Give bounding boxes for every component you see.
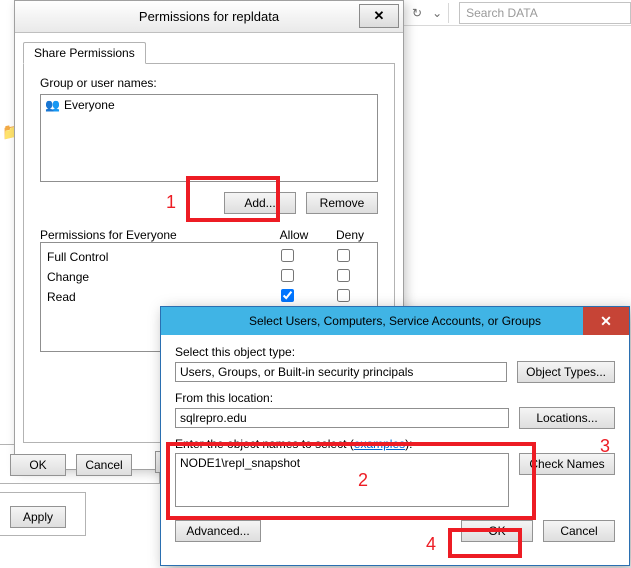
group-user-label: Group or user names: — [40, 76, 378, 90]
col-allow: Allow — [266, 228, 322, 242]
perm-row: Change — [47, 267, 371, 287]
object-names-field[interactable] — [175, 453, 509, 507]
object-types-button[interactable]: Object Types... — [517, 361, 615, 383]
select-users-title: Select Users, Computers, Service Account… — [169, 314, 621, 328]
examples-link[interactable]: examples — [354, 437, 405, 451]
select-users-dialog: Select Users, Computers, Service Account… — [160, 306, 630, 566]
list-item[interactable]: 👥 Everyone — [43, 97, 375, 113]
locations-button[interactable]: Locations... — [519, 407, 615, 429]
explorer-toolbar: ↻ ⌄ Search DATA — [404, 0, 631, 26]
advanced-button[interactable]: Advanced... — [175, 520, 261, 542]
object-type-field[interactable] — [175, 362, 507, 382]
col-deny: Deny — [322, 228, 378, 242]
enter-names-label: Enter the object names to select (exampl… — [175, 437, 615, 451]
deny-checkbox[interactable] — [337, 269, 350, 282]
object-type-label: Select this object type: — [175, 345, 615, 359]
perm-row: Full Control — [47, 247, 371, 267]
permissions-title: Permissions for repldata — [139, 9, 279, 24]
permissions-titlebar: Permissions for repldata ✕ — [15, 1, 403, 33]
allow-checkbox[interactable] — [281, 249, 294, 262]
deny-checkbox[interactable] — [337, 249, 350, 262]
apply-button[interactable]: Apply — [10, 506, 66, 528]
background-button-row: OK Cancel — [0, 454, 132, 476]
close-button[interactable]: ✕ — [359, 4, 399, 28]
ok-button[interactable]: OK — [10, 454, 66, 476]
search-input[interactable]: Search DATA — [459, 2, 631, 24]
user-list[interactable]: 👥 Everyone — [40, 94, 378, 182]
allow-checkbox[interactable] — [281, 289, 294, 302]
ok-button[interactable]: OK — [461, 520, 533, 542]
perm-row: Read — [47, 287, 371, 307]
perm-name: Read — [47, 290, 259, 304]
check-names-button[interactable]: Check Names — [519, 453, 615, 475]
perm-name: Full Control — [47, 250, 259, 264]
permissions-for-label: Permissions for Everyone — [40, 228, 266, 242]
cancel-button[interactable]: Cancel — [76, 454, 132, 476]
location-label: From this location: — [175, 391, 615, 405]
close-button[interactable]: ✕ — [583, 307, 629, 335]
add-button[interactable]: Add... — [224, 192, 296, 214]
remove-button[interactable]: Remove — [306, 192, 378, 214]
select-users-titlebar: Select Users, Computers, Service Account… — [161, 307, 629, 335]
divider — [448, 3, 449, 23]
chevron-down-icon[interactable]: ⌄ — [432, 6, 442, 20]
group-icon: 👥 — [45, 98, 60, 112]
location-field[interactable]: sqlrepro.edu — [175, 408, 509, 428]
deny-checkbox[interactable] — [337, 289, 350, 302]
cancel-button[interactable]: Cancel — [543, 520, 615, 542]
allow-checkbox[interactable] — [281, 269, 294, 282]
perm-name: Change — [47, 270, 259, 284]
tab-share-permissions[interactable]: Share Permissions — [23, 42, 146, 64]
refresh-icon[interactable]: ↻ — [412, 6, 422, 20]
list-item-label: Everyone — [64, 98, 115, 112]
